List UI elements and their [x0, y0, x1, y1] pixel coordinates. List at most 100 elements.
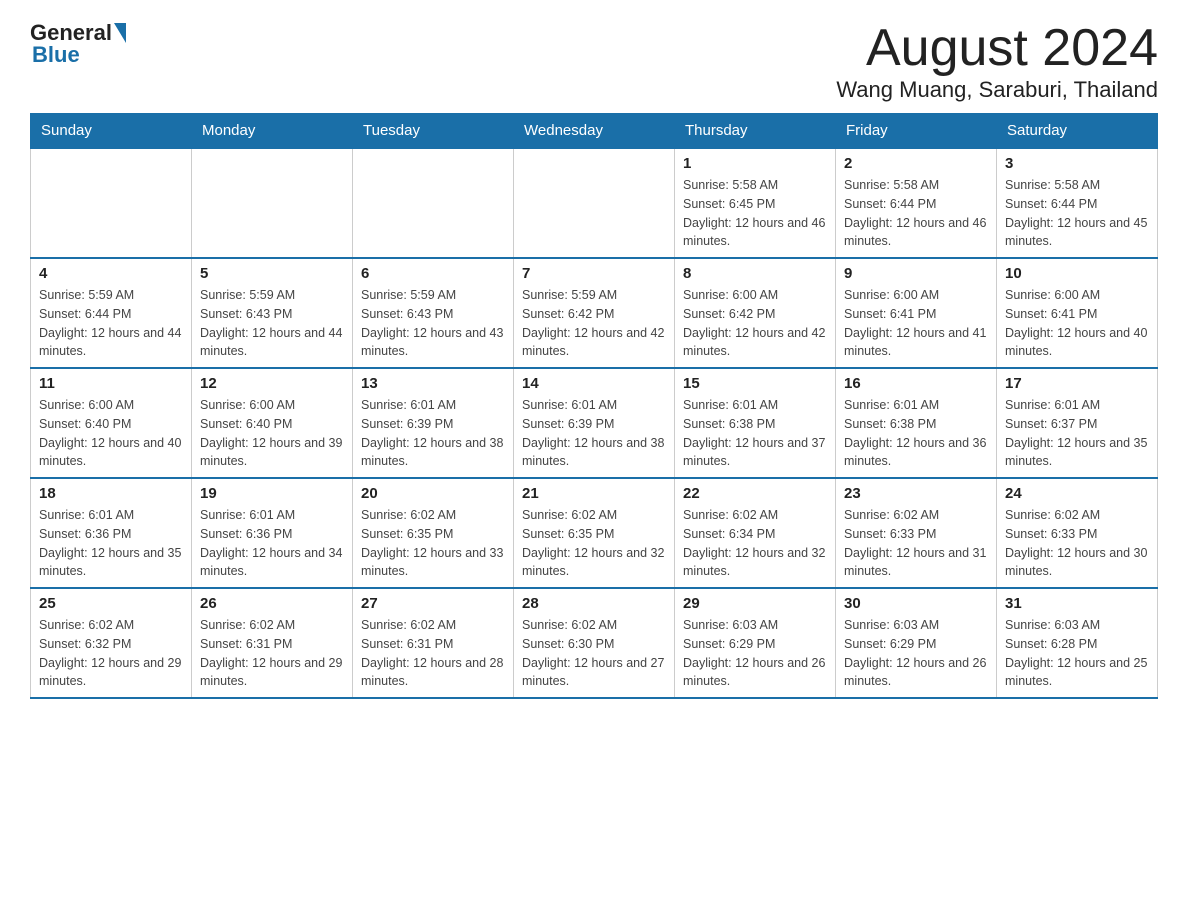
day-info: Sunrise: 6:00 AMSunset: 6:42 PMDaylight:…: [683, 286, 827, 361]
day-number: 15: [683, 375, 827, 392]
calendar-cell: 18Sunrise: 6:01 AMSunset: 6:36 PMDayligh…: [31, 478, 192, 588]
weekday-header-sunday: Sunday: [31, 114, 192, 149]
calendar-cell: 24 Sunrise: 6:02 AMSunset: 6:33 PMDayligh…: [997, 478, 1158, 588]
calendar-cell: 22 Sunrise: 6:02 AMSunset: 6:34 PMDayligh…: [675, 478, 836, 588]
day-info: Sunrise: 6:01 AMSunset: 6:38 PMDaylight:…: [844, 396, 988, 471]
day-number: 23: [844, 485, 988, 502]
day-info: Sunrise: 6:02 AMSunset: 6:35 PMDaylight:…: [522, 506, 666, 581]
day-info: Sunrise: 6:00 AMSunset: 6:41 PMDaylight:…: [1005, 286, 1149, 361]
day-number: 22: [683, 485, 827, 502]
calendar-cell: [353, 148, 514, 258]
page-header: General Blue August 2024 Wang Muang, Sar…: [30, 20, 1158, 103]
day-info: Sunrise: 6:01 AMSunset: 6:39 PMDaylight:…: [361, 396, 505, 471]
day-number: 29: [683, 595, 827, 612]
calendar-week-row: 18Sunrise: 6:01 AMSunset: 6:36 PMDayligh…: [31, 478, 1158, 588]
calendar-cell: 15Sunrise: 6:01 AMSunset: 6:38 PMDayligh…: [675, 368, 836, 478]
day-info: Sunrise: 6:02 AMSunset: 6:33 PMDaylight:…: [1005, 506, 1149, 581]
day-number: 5: [200, 265, 344, 282]
location-subtitle: Wang Muang, Saraburi, Thailand: [836, 77, 1158, 103]
day-number: 20: [361, 485, 505, 502]
day-info: Sunrise: 6:02 AMSunset: 6:35 PMDaylight:…: [361, 506, 505, 581]
calendar-cell: 2 Sunrise: 5:58 AMSunset: 6:44 PMDaylight…: [836, 148, 997, 258]
day-number: 4: [39, 265, 183, 282]
day-number: 30: [844, 595, 988, 612]
day-info: Sunrise: 5:59 AMSunset: 6:43 PMDaylight:…: [200, 286, 344, 361]
day-info: Sunrise: 6:02 AMSunset: 6:31 PMDaylight:…: [361, 616, 505, 691]
calendar-cell: 26 Sunrise: 6:02 AMSunset: 6:31 PMDayligh…: [192, 588, 353, 698]
day-number: 13: [361, 375, 505, 392]
calendar-week-row: 25 Sunrise: 6:02 AMSunset: 6:32 PMDayligh…: [31, 588, 1158, 698]
day-info: Sunrise: 6:02 AMSunset: 6:30 PMDaylight:…: [522, 616, 666, 691]
day-number: 8: [683, 265, 827, 282]
day-info: Sunrise: 6:01 AMSunset: 6:39 PMDaylight:…: [522, 396, 666, 471]
day-number: 6: [361, 265, 505, 282]
calendar-week-row: 1 Sunrise: 5:58 AMSunset: 6:45 PMDaylight…: [31, 148, 1158, 258]
calendar-table: SundayMondayTuesdayWednesdayThursdayFrid…: [30, 113, 1158, 699]
day-info: Sunrise: 6:01 AMSunset: 6:36 PMDaylight:…: [39, 506, 183, 581]
calendar-cell: 31 Sunrise: 6:03 AMSunset: 6:28 PMDayligh…: [997, 588, 1158, 698]
day-info: Sunrise: 5:58 AMSunset: 6:45 PMDaylight:…: [683, 176, 827, 251]
day-info: Sunrise: 5:59 AMSunset: 6:42 PMDaylight:…: [522, 286, 666, 361]
calendar-cell: 25 Sunrise: 6:02 AMSunset: 6:32 PMDayligh…: [31, 588, 192, 698]
day-info: Sunrise: 6:01 AMSunset: 6:36 PMDaylight:…: [200, 506, 344, 581]
day-number: 7: [522, 265, 666, 282]
calendar-cell: 30 Sunrise: 6:03 AMSunset: 6:29 PMDayligh…: [836, 588, 997, 698]
day-number: 31: [1005, 595, 1149, 612]
day-info: Sunrise: 5:58 AMSunset: 6:44 PMDaylight:…: [844, 176, 988, 251]
day-number: 2: [844, 155, 988, 172]
calendar-cell: [514, 148, 675, 258]
calendar-cell: 16 Sunrise: 6:01 AMSunset: 6:38 PMDayligh…: [836, 368, 997, 478]
weekday-header-friday: Friday: [836, 114, 997, 149]
day-number: 10: [1005, 265, 1149, 282]
day-info: Sunrise: 6:02 AMSunset: 6:31 PMDaylight:…: [200, 616, 344, 691]
calendar-cell: [192, 148, 353, 258]
calendar-cell: 19 Sunrise: 6:01 AMSunset: 6:36 PMDayligh…: [192, 478, 353, 588]
calendar-cell: 5 Sunrise: 5:59 AMSunset: 6:43 PMDaylight…: [192, 258, 353, 368]
day-info: Sunrise: 5:58 AMSunset: 6:44 PMDaylight:…: [1005, 176, 1149, 251]
day-number: 9: [844, 265, 988, 282]
weekday-header-wednesday: Wednesday: [514, 114, 675, 149]
day-info: Sunrise: 6:03 AMSunset: 6:28 PMDaylight:…: [1005, 616, 1149, 691]
calendar-cell: 4Sunrise: 5:59 AMSunset: 6:44 PMDaylight…: [31, 258, 192, 368]
day-number: 24: [1005, 485, 1149, 502]
calendar-cell: 21 Sunrise: 6:02 AMSunset: 6:35 PMDayligh…: [514, 478, 675, 588]
day-number: 21: [522, 485, 666, 502]
day-info: Sunrise: 6:02 AMSunset: 6:32 PMDaylight:…: [39, 616, 183, 691]
day-info: Sunrise: 6:00 AMSunset: 6:40 PMDaylight:…: [200, 396, 344, 471]
day-number: 14: [522, 375, 666, 392]
day-number: 26: [200, 595, 344, 612]
weekday-header-monday: Monday: [192, 114, 353, 149]
weekday-header-saturday: Saturday: [997, 114, 1158, 149]
logo: General Blue: [30, 20, 126, 68]
calendar-cell: 9Sunrise: 6:00 AMSunset: 6:41 PMDaylight…: [836, 258, 997, 368]
day-info: Sunrise: 6:02 AMSunset: 6:33 PMDaylight:…: [844, 506, 988, 581]
calendar-week-row: 4Sunrise: 5:59 AMSunset: 6:44 PMDaylight…: [31, 258, 1158, 368]
calendar-cell: [31, 148, 192, 258]
calendar-cell: 7 Sunrise: 5:59 AMSunset: 6:42 PMDaylight…: [514, 258, 675, 368]
calendar-cell: 14 Sunrise: 6:01 AMSunset: 6:39 PMDayligh…: [514, 368, 675, 478]
calendar-cell: 11Sunrise: 6:00 AMSunset: 6:40 PMDayligh…: [31, 368, 192, 478]
calendar-cell: 12Sunrise: 6:00 AMSunset: 6:40 PMDayligh…: [192, 368, 353, 478]
day-number: 11: [39, 375, 183, 392]
title-section: August 2024 Wang Muang, Saraburi, Thaila…: [836, 20, 1158, 103]
logo-blue-text: Blue: [32, 42, 80, 68]
calendar-cell: 13 Sunrise: 6:01 AMSunset: 6:39 PMDayligh…: [353, 368, 514, 478]
calendar-cell: 27Sunrise: 6:02 AMSunset: 6:31 PMDayligh…: [353, 588, 514, 698]
day-info: Sunrise: 6:03 AMSunset: 6:29 PMDaylight:…: [844, 616, 988, 691]
day-number: 3: [1005, 155, 1149, 172]
day-info: Sunrise: 6:02 AMSunset: 6:34 PMDaylight:…: [683, 506, 827, 581]
calendar-cell: 29 Sunrise: 6:03 AMSunset: 6:29 PMDayligh…: [675, 588, 836, 698]
day-info: Sunrise: 6:03 AMSunset: 6:29 PMDaylight:…: [683, 616, 827, 691]
calendar-cell: 20 Sunrise: 6:02 AMSunset: 6:35 PMDayligh…: [353, 478, 514, 588]
day-info: Sunrise: 5:59 AMSunset: 6:43 PMDaylight:…: [361, 286, 505, 361]
day-number: 16: [844, 375, 988, 392]
calendar-cell: 1 Sunrise: 5:58 AMSunset: 6:45 PMDaylight…: [675, 148, 836, 258]
day-number: 1: [683, 155, 827, 172]
calendar-week-row: 11 Sunrise: 6:00 AMSunset: 6:40 PMDayligh…: [31, 368, 1158, 478]
day-number: 19: [200, 485, 344, 502]
weekday-header-tuesday: Tuesday: [353, 114, 514, 149]
calendar-cell: 10 Sunrise: 6:00 AMSunset: 6:41 PMDayligh…: [997, 258, 1158, 368]
calendar-cell: 6 Sunrise: 5:59 AMSunset: 6:43 PMDaylight…: [353, 258, 514, 368]
calendar-cell: 3 Sunrise: 5:58 AMSunset: 6:44 PMDaylight…: [997, 148, 1158, 258]
day-number: 25: [39, 595, 183, 612]
